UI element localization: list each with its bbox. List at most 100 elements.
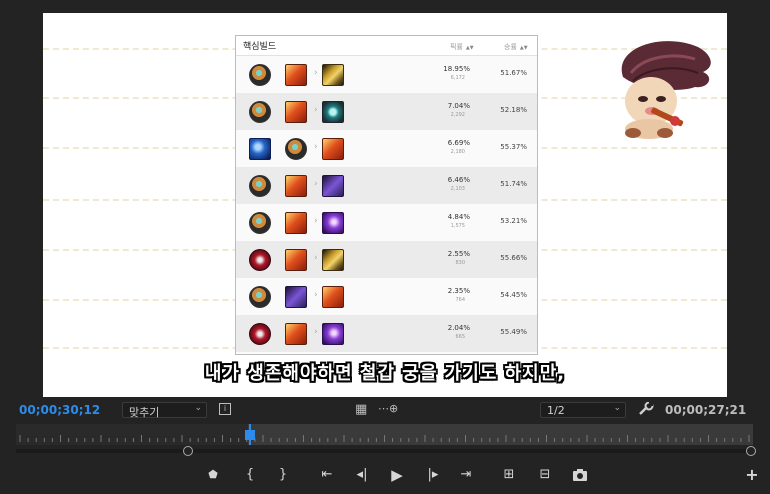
go-to-out-button[interactable]: ⇥ xyxy=(456,466,476,484)
win-rate: 53.21% xyxy=(500,217,527,225)
violet-item-icon xyxy=(322,212,344,234)
pick-rate: 2.35% xyxy=(447,287,470,295)
red-item-icon xyxy=(249,323,271,345)
chevron-right-icon: › xyxy=(314,253,318,263)
program-monitor-frame: 핵심빌드 픽률 ▲▼ 승률 ▲▼ › 18.95% 6,172 51.67% › 7.04% 2… xyxy=(43,13,727,397)
teal-item-icon xyxy=(322,101,344,123)
table-title: 핵심빌드 xyxy=(243,42,277,52)
chevron-right-icon: › xyxy=(314,327,318,337)
plus-icon[interactable]: + xyxy=(742,466,762,484)
mark-in-button[interactable]: { xyxy=(240,466,260,484)
step-back-button[interactable]: ◂| xyxy=(352,466,372,484)
table-row[interactable]: › 7.04% 2,292 52.18% xyxy=(236,93,537,130)
pick-rate: 6.46% xyxy=(447,176,470,184)
table-row[interactable]: › 6.69% 2,180 55.37% xyxy=(236,130,537,167)
table-row[interactable]: › 6.46% 2,103 51.74% xyxy=(236,167,537,204)
game-count: 830 xyxy=(455,260,465,266)
orb-item-icon xyxy=(249,175,271,197)
column-win-rate[interactable]: 승률 ▲▼ xyxy=(504,42,528,52)
mark-out-button[interactable]: } xyxy=(273,466,293,484)
table-row[interactable]: › 2.55% 830 55.66% xyxy=(236,241,537,278)
orange-item-icon xyxy=(285,249,307,271)
purple-item-icon xyxy=(285,286,307,308)
orange-item-icon xyxy=(285,323,307,345)
champion-mascot-image xyxy=(621,41,711,139)
lift-button[interactable]: ⊞ xyxy=(499,466,519,484)
win-rate: 51.67% xyxy=(500,69,527,77)
table-row[interactable]: › 2.04% 665 55.49% xyxy=(236,315,537,352)
win-rate: 55.66% xyxy=(500,254,527,262)
film-strip-icon[interactable]: ▦ xyxy=(355,402,367,417)
violet-item-icon xyxy=(322,323,344,345)
zoom-handle-left[interactable] xyxy=(183,446,193,456)
add-marker-button[interactable]: ⬟ xyxy=(203,466,223,484)
orange-item-icon xyxy=(322,138,344,160)
game-count: 2,103 xyxy=(450,186,465,192)
pick-rate: 18.95% xyxy=(443,65,470,73)
current-timecode[interactable]: 00;00;30;12 xyxy=(19,403,100,417)
fit-zoom-value: 맞추기 xyxy=(129,406,160,419)
game-count: 2,292 xyxy=(450,112,465,118)
chevron-right-icon: › xyxy=(314,68,318,78)
pick-rate: 2.04% xyxy=(447,324,470,332)
win-rate: 51.74% xyxy=(500,180,527,188)
step-forward-button[interactable]: |▸ xyxy=(423,466,443,484)
chevron-right-icon: › xyxy=(314,105,318,115)
playback-sync-icon[interactable]: ⋯⊕ xyxy=(378,402,398,415)
chevron-down-icon: ⌄ xyxy=(613,403,621,413)
sort-icon: ▲▼ xyxy=(465,45,474,51)
column-label: 픽률 xyxy=(450,43,463,51)
playhead-handle[interactable] xyxy=(245,430,255,440)
game-count: 1,575 xyxy=(450,223,465,229)
zoom-handle-right[interactable] xyxy=(746,446,756,456)
play-button[interactable]: ▶ xyxy=(387,466,407,484)
orange-item-icon xyxy=(285,101,307,123)
pick-rate: 4.84% xyxy=(447,213,470,221)
table-row[interactable]: › 4.84% 1,575 53.21% xyxy=(236,204,537,241)
resolution-value: 1/2 xyxy=(547,404,565,417)
win-rate: 55.37% xyxy=(500,143,527,151)
fit-zoom-dropdown[interactable]: 맞추기 ⌄ xyxy=(122,402,207,419)
orb-item-icon xyxy=(249,212,271,234)
table-row[interactable]: › 2.35% 764 54.45% xyxy=(236,278,537,315)
blue-item-icon xyxy=(249,138,271,160)
game-count: 665 xyxy=(455,334,465,340)
orange-item-icon xyxy=(285,175,307,197)
go-to-in-button[interactable]: ⇤ xyxy=(317,466,337,484)
gold-item-icon xyxy=(322,249,344,271)
win-rate: 54.45% xyxy=(500,291,527,299)
orange-item-icon xyxy=(322,286,344,308)
column-label: 승률 xyxy=(504,43,517,51)
orb-item-icon xyxy=(249,286,271,308)
win-rate: 52.18% xyxy=(500,106,527,114)
red-item-icon xyxy=(249,249,271,271)
table-row[interactable]: › 18.95% 6,172 51.67% xyxy=(236,56,537,93)
pick-rate: 2.55% xyxy=(447,250,470,258)
chevron-right-icon: › xyxy=(314,290,318,300)
orb-item-icon xyxy=(285,138,307,160)
gold-item-icon xyxy=(322,64,344,86)
info-icon[interactable]: i xyxy=(219,403,231,415)
extract-button[interactable]: ⊟ xyxy=(535,466,555,484)
zoom-scroll-bar[interactable] xyxy=(16,449,753,453)
orange-item-icon xyxy=(285,64,307,86)
settings-icon[interactable] xyxy=(638,402,654,416)
chevron-right-icon: › xyxy=(314,179,318,189)
table-header: 핵심빌드 픽률 ▲▼ 승률 ▲▼ xyxy=(236,36,537,56)
duration-timecode: 00;00;27;21 xyxy=(665,403,747,417)
win-rate: 55.49% xyxy=(500,328,527,336)
ruler-ticks xyxy=(19,435,750,442)
resolution-dropdown[interactable]: 1/2 ⌄ xyxy=(540,402,626,418)
subtitle-caption: 내가 생존해야하면 철갑 궁을 가기도 하지만, xyxy=(204,363,566,384)
chevron-right-icon: › xyxy=(314,216,318,226)
game-count: 764 xyxy=(455,297,465,303)
pick-rate: 6.69% xyxy=(447,139,470,147)
pick-rate: 7.04% xyxy=(447,102,470,110)
game-count: 6,172 xyxy=(450,75,465,81)
game-count: 2,180 xyxy=(450,149,465,155)
orb-item-icon xyxy=(249,101,271,123)
purple-item-icon xyxy=(322,175,344,197)
orb-item-icon xyxy=(249,64,271,86)
camera-icon[interactable] xyxy=(572,468,588,482)
column-pick-rate[interactable]: 픽률 ▲▼ xyxy=(450,42,474,52)
